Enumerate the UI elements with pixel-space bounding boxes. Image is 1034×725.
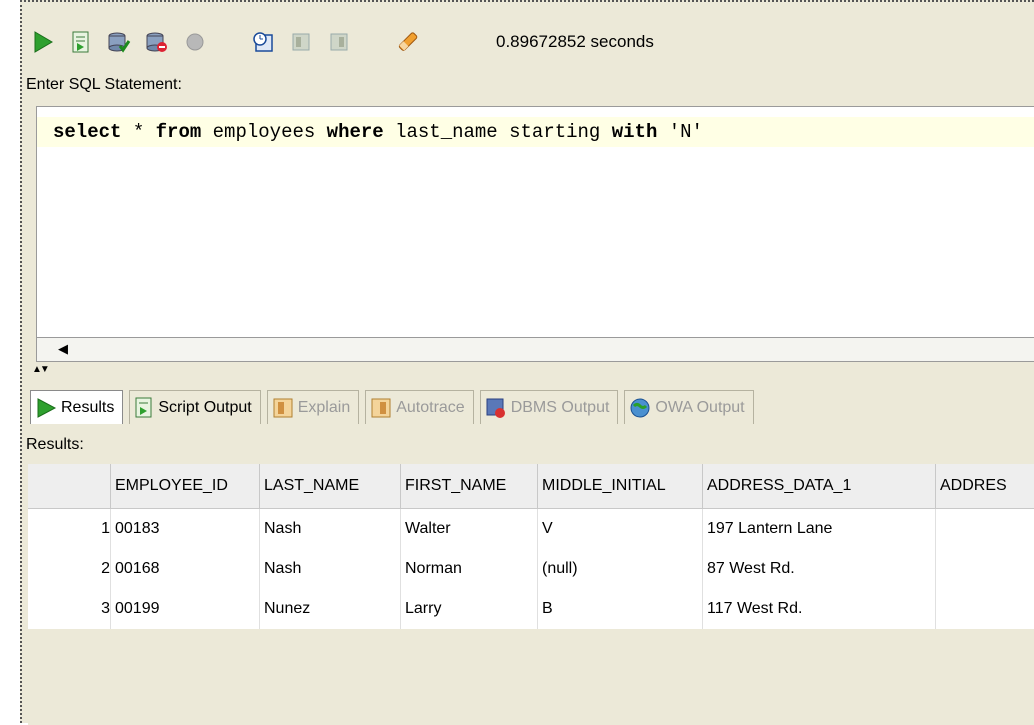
table-cell[interactable] (936, 589, 1034, 629)
table-cell[interactable]: 00183 (111, 509, 260, 550)
tab-label: Script Output (158, 399, 251, 417)
sql-string-literal: 'N' (669, 121, 703, 143)
table-row[interactable]: 2 00168 Nash Norman (null) 87 West Rd. (28, 549, 1034, 589)
tab-results[interactable]: Results (30, 390, 123, 424)
tab-script-output[interactable]: Script Output (129, 390, 260, 424)
sql-token (657, 121, 668, 143)
column-header[interactable]: ADDRESS_DATA_1 (703, 464, 936, 509)
toolbar: 0.89672852 seconds (30, 22, 1030, 62)
sql-history-icon (326, 29, 352, 55)
column-header[interactable]: FIRST_NAME (401, 464, 538, 509)
script-icon (134, 397, 154, 419)
execution-plan-icon[interactable] (250, 29, 276, 55)
run-statement-icon[interactable] (30, 29, 56, 55)
tab-label: Results (61, 399, 114, 417)
table-cell[interactable]: Nash (260, 549, 401, 589)
sql-code-line[interactable]: select * from employees where last_name … (37, 117, 1034, 147)
table-cell[interactable]: V (538, 509, 703, 550)
tab-owa-output[interactable]: OWA Output (624, 390, 753, 424)
results-grid: EMPLOYEE_ID LAST_NAME FIRST_NAME MIDDLE_… (28, 464, 1034, 725)
results-label: Results: (26, 436, 84, 454)
elapsed-time: 0.89672852 seconds (496, 32, 654, 52)
keyword-from: from (156, 121, 202, 143)
tab-explain[interactable]: Explain (267, 390, 359, 424)
clear-icon[interactable] (394, 29, 420, 55)
table-cell[interactable]: Walter (401, 509, 538, 550)
run-script-icon[interactable] (68, 29, 94, 55)
cancel-icon[interactable] (182, 29, 208, 55)
output-tabs: Results Script Output Explain Autotrace … (30, 386, 760, 424)
tab-dbms-output[interactable]: DBMS Output (480, 390, 619, 424)
dbms-icon (485, 397, 507, 419)
owa-icon (629, 397, 651, 419)
table-row[interactable]: 3 00199 Nunez Larry B 117 West Rd. (28, 589, 1034, 629)
sql-token: employees (201, 121, 326, 143)
table-cell[interactable]: 117 West Rd. (703, 589, 936, 629)
table-cell[interactable]: 00199 (111, 589, 260, 629)
grid-header-row: EMPLOYEE_ID LAST_NAME FIRST_NAME MIDDLE_… (28, 464, 1034, 509)
commit-icon[interactable] (106, 29, 132, 55)
scroll-left-arrow-icon[interactable]: ◀ (53, 340, 73, 358)
table-cell[interactable]: 00168 (111, 549, 260, 589)
table-cell[interactable]: Norman (401, 549, 538, 589)
sql-statement-label: Enter SQL Statement: (26, 76, 182, 94)
column-header[interactable]: ADDRES (936, 464, 1034, 509)
table-cell[interactable]: (null) (538, 549, 703, 589)
sql-worksheet: 0.89672852 seconds Enter SQL Statement: … (20, 0, 1034, 723)
table-cell[interactable] (936, 549, 1034, 589)
table-cell[interactable]: B (538, 589, 703, 629)
column-header[interactable]: MIDDLE_INITIAL (538, 464, 703, 509)
sql-token: * (121, 121, 155, 143)
table-cell[interactable]: Nunez (260, 589, 401, 629)
tab-label: Autotrace (396, 399, 464, 417)
table-cell[interactable]: Larry (401, 589, 538, 629)
table-row[interactable]: 1 00183 Nash Walter V 197 Lantern Lane (28, 509, 1034, 550)
column-header[interactable]: EMPLOYEE_ID (111, 464, 260, 509)
tab-label: DBMS Output (511, 399, 610, 417)
rollback-icon[interactable] (144, 29, 170, 55)
row-number: 1 (28, 509, 111, 550)
table-cell[interactable]: 87 West Rd. (703, 549, 936, 589)
row-number: 3 (28, 589, 111, 629)
table-cell[interactable]: 197 Lantern Lane (703, 509, 936, 550)
table-cell[interactable] (936, 509, 1034, 550)
editor-horizontal-scrollbar[interactable]: ◀ (36, 338, 1034, 362)
keyword-where: where (327, 121, 384, 143)
explain-icon (272, 397, 294, 419)
column-header[interactable]: LAST_NAME (260, 464, 401, 509)
tab-label: OWA Output (655, 399, 744, 417)
autotrace-icon (370, 397, 392, 419)
keyword-with: with (612, 121, 658, 143)
run-icon (35, 397, 57, 419)
tab-autotrace[interactable]: Autotrace (365, 390, 473, 424)
keyword-select: select (53, 121, 121, 143)
autotrace-icon (288, 29, 314, 55)
sql-token: last_name starting (384, 121, 612, 143)
table-cell[interactable]: Nash (260, 509, 401, 550)
row-number-header (28, 464, 111, 509)
sql-editor[interactable]: select * from employees where last_name … (36, 106, 1034, 338)
row-number: 2 (28, 549, 111, 589)
pane-splitter-arrows-icon[interactable]: ▲▼ (32, 364, 48, 375)
tab-label: Explain (298, 399, 350, 417)
